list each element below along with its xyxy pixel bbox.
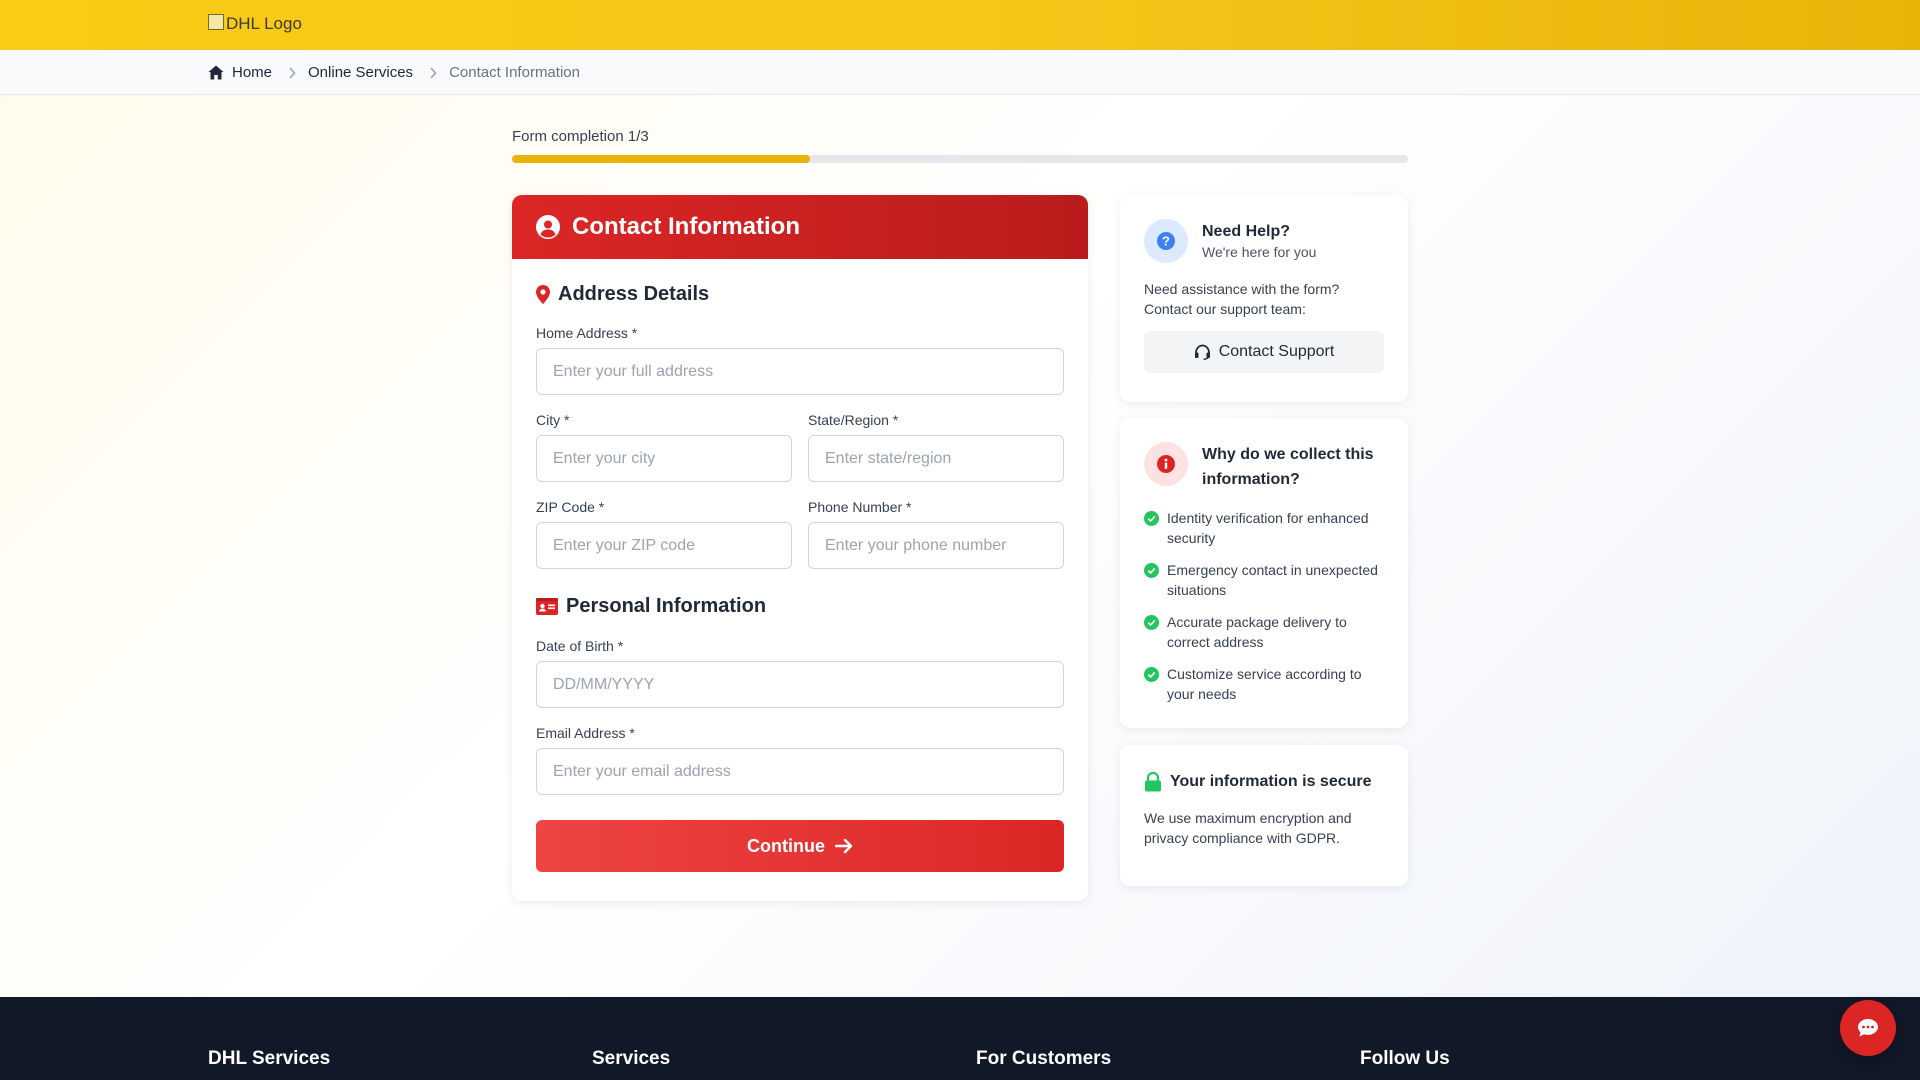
phone-field: Phone Number * (808, 499, 1064, 569)
reason-text: Identity verification for enhanced secur… (1167, 510, 1369, 546)
breadcrumb: Home Online Services Contact Information (208, 50, 580, 95)
user-circle-icon (536, 215, 560, 239)
breadcrumb-online-services-label: Online Services (308, 64, 414, 81)
phone-label: Phone Number * (808, 499, 912, 515)
security-text: We use maximum encryption and privacy co… (1144, 810, 1352, 846)
check-circle-icon (1144, 563, 1159, 578)
city-state-row: City * State/Region * (536, 412, 1064, 482)
continue-button[interactable]: Continue (536, 820, 1064, 872)
map-pin-icon (536, 285, 550, 304)
help-subtitle: We're here for you (1202, 244, 1317, 260)
state-field: State/Region * (808, 412, 1064, 482)
email-label: Email Address * (536, 725, 635, 741)
home-icon (208, 65, 224, 80)
dob-input[interactable] (536, 661, 1064, 708)
chevron-right-icon (429, 66, 437, 79)
check-circle-icon (1144, 511, 1159, 526)
progress-track (512, 155, 1408, 163)
footer-heading-dhl-services: DHL Services (208, 1048, 331, 1069)
breadcrumb-bar: Home Online Services Contact Information (0, 50, 1920, 95)
form-header: Contact Information (512, 195, 1088, 259)
security-header: Your information is secure (1144, 769, 1384, 794)
contact-support-label: Contact Support (1218, 343, 1335, 360)
address-section-label: Address Details (558, 283, 710, 305)
personal-section-label: Personal Information (566, 595, 767, 617)
help-card-header: ? Need Help? We're here for you (1144, 219, 1384, 263)
form-progress: Form completion 1/3 (512, 128, 1408, 163)
why-collect-card: Why do we collect this information? Iden… (1120, 418, 1408, 728)
broken-image-icon (208, 14, 224, 30)
personal-section-title: Personal Information (536, 595, 1064, 618)
breadcrumb-current-label: Contact Information (449, 64, 580, 81)
security-card: Your information is secure We use maximu… (1120, 745, 1408, 886)
progress-fill (512, 155, 811, 163)
state-input[interactable] (808, 435, 1064, 482)
chevron-right-icon (288, 66, 296, 79)
list-item: Emergency contact in unexpected situatio… (1144, 560, 1384, 600)
breadcrumb-current: Contact Information (449, 64, 580, 81)
list-item: Customize service according to your need… (1144, 664, 1384, 704)
continue-label: Continue (747, 835, 825, 856)
headset-icon (1194, 344, 1210, 360)
reason-text: Accurate package delivery to correct add… (1167, 614, 1347, 650)
zip-phone-row: ZIP Code * Phone Number * (536, 499, 1064, 569)
why-title: Why do we collect this information? (1202, 446, 1374, 488)
question-circle-icon: ? (1144, 219, 1188, 263)
list-item: Identity verification for enhanced secur… (1144, 508, 1384, 548)
help-title: Need Help? (1202, 223, 1291, 240)
check-circle-icon (1144, 615, 1159, 630)
zip-label: ZIP Code * (536, 499, 605, 515)
id-card-icon (536, 598, 558, 615)
home-address-label: Home Address * (536, 325, 638, 341)
footer-heading-follow-us: Follow Us (1360, 1048, 1450, 1069)
dob-field: Date of Birth * (536, 638, 1064, 708)
why-card-header: Why do we collect this information? (1144, 442, 1384, 492)
reasons-list: Identity verification for enhanced secur… (1144, 508, 1384, 704)
dob-label: Date of Birth * (536, 638, 624, 654)
progress-label: Form completion 1/3 (512, 128, 649, 145)
footer-heading-services: Services (592, 1048, 671, 1069)
breadcrumb-home-label: Home (232, 64, 273, 81)
zip-field: ZIP Code * (536, 499, 792, 569)
form-body: Address Details Home Address * City * St… (512, 259, 1088, 872)
email-input[interactable] (536, 748, 1064, 795)
footer-heading-for-customers: For Customers (976, 1048, 1112, 1069)
email-field: Email Address * (536, 725, 1064, 795)
form-title: Contact Information (572, 213, 800, 240)
list-item: Accurate package delivery to correct add… (1144, 612, 1384, 652)
dhl-logo[interactable]: DHL Logo (208, 14, 302, 34)
top-bar: DHL Logo (0, 0, 1920, 50)
home-address-field: Home Address * (536, 325, 1064, 395)
phone-input[interactable] (808, 522, 1064, 569)
breadcrumb-online-services[interactable]: Online Services (308, 64, 413, 81)
site-footer: DHL Services Services For Customers Foll… (0, 997, 1920, 1080)
arrow-right-icon (835, 838, 853, 854)
state-label: State/Region * (808, 412, 899, 428)
lock-icon (1145, 771, 1161, 791)
security-title: Your information is secure (1170, 773, 1372, 790)
svg-text:?: ? (1162, 234, 1170, 249)
help-card: ? Need Help? We're here for you Need ass… (1120, 195, 1408, 402)
breadcrumb-home[interactable]: Home (208, 64, 272, 81)
chat-icon (1858, 1019, 1878, 1037)
zip-input[interactable] (536, 522, 792, 569)
logo-alt-text: DHL Logo (226, 14, 302, 33)
chat-button[interactable] (1840, 1000, 1896, 1056)
reason-text: Customize service according to your need… (1167, 666, 1362, 702)
address-section-title: Address Details (536, 283, 1064, 306)
info-circle-icon (1144, 442, 1188, 486)
city-field: City * (536, 412, 792, 482)
check-circle-icon (1144, 667, 1159, 682)
contact-form-card: Contact Information Address Details Home… (512, 195, 1088, 901)
contact-support-button[interactable]: Contact Support (1144, 331, 1384, 373)
help-text: Need assistance with the form? Contact o… (1144, 281, 1340, 317)
reason-text: Emergency contact in unexpected situatio… (1167, 562, 1378, 598)
city-input[interactable] (536, 435, 792, 482)
home-address-input[interactable] (536, 348, 1064, 395)
city-label: City * (536, 412, 570, 428)
